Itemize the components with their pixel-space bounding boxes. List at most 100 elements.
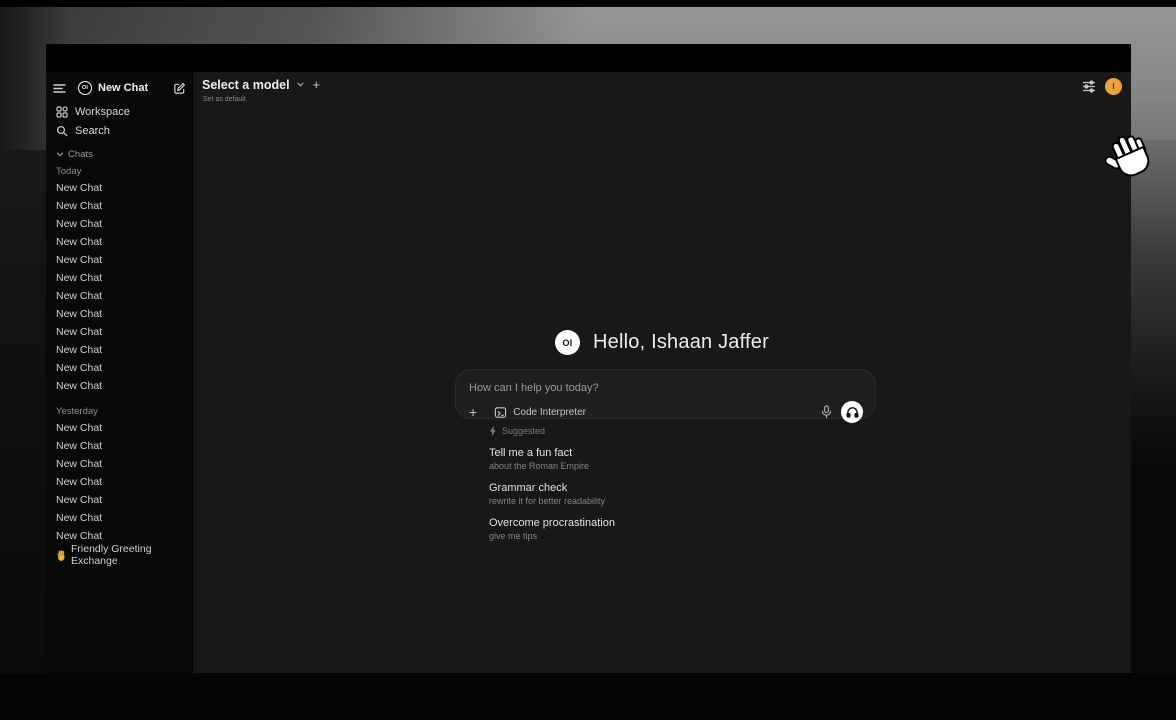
- chat-item-label: New Chat: [56, 290, 102, 302]
- suggested-list: Tell me a fun fact about the Roman Empir…: [489, 447, 615, 542]
- chat-list-item[interactable]: New Chat: [53, 287, 186, 305]
- chat-item-label: New Chat: [56, 440, 102, 452]
- chat-item-label: New Chat: [56, 512, 102, 524]
- chat-item-label: New Chat: [56, 254, 102, 266]
- chat-list-item[interactable]: New Chat: [53, 197, 186, 215]
- chats-section-header[interactable]: Chats: [53, 146, 186, 162]
- chat-item-label: New Chat: [56, 200, 102, 212]
- chevron-down-icon: [56, 150, 64, 158]
- window-top-strip: [46, 44, 1131, 72]
- chat-item-label: New Chat: [56, 218, 102, 230]
- chat-list-item[interactable]: New Chat: [53, 305, 186, 323]
- chat-item-label: New Chat: [56, 530, 102, 542]
- message-input[interactable]: [469, 382, 863, 394]
- app-logo-icon: OI: [78, 81, 92, 95]
- main-area: Select a model + Set as default I OI Hel…: [193, 72, 1131, 673]
- chat-item-label: New Chat: [56, 476, 102, 488]
- suggested-prompt[interactable]: Tell me a fun fact about the Roman Empir…: [489, 447, 615, 472]
- bolt-icon: [489, 426, 497, 436]
- microphone-icon[interactable]: [821, 405, 832, 419]
- controls-sliders-icon[interactable]: [1082, 80, 1096, 93]
- chat-item-label: New Chat: [56, 344, 102, 356]
- chat-list-item[interactable]: New Chat: [53, 509, 186, 527]
- chat-list-item[interactable]: New Chat: [53, 323, 186, 341]
- chat-item-label: New Chat: [56, 308, 102, 320]
- suggested-prompts: Suggested Tell me a fun fact about the R…: [489, 425, 615, 542]
- voice-call-button[interactable]: [841, 401, 863, 423]
- chat-item-label: New Chat: [56, 326, 102, 338]
- code-interpreter-label: Code Interpreter: [513, 407, 586, 418]
- user-avatar[interactable]: I: [1105, 78, 1122, 95]
- greeting-row: OI Hello, Ishaan Jaffer: [193, 330, 1131, 355]
- desktop-top-bar: [0, 0, 1176, 7]
- code-interpreter-icon: [494, 406, 507, 419]
- group-label-today: Today: [53, 164, 186, 179]
- chat-list-item[interactable]: New Chat: [53, 251, 186, 269]
- chat-item-label: New Chat: [56, 362, 102, 374]
- chat-list-item[interactable]: New Chat: [53, 269, 186, 287]
- sidebar-item-search[interactable]: Search: [53, 121, 186, 140]
- suggested-prompt-title: Overcome procrastination: [489, 517, 615, 530]
- suggested-prompt-subtitle: give me tips: [489, 531, 615, 542]
- suggested-prompt-title: Grammar check: [489, 482, 615, 495]
- sidebar: OI New Chat Workspace Searc: [46, 72, 193, 673]
- chat-list-item-named[interactable]: Friendly Greeting Exchange: [53, 546, 186, 564]
- search-label: Search: [75, 125, 110, 137]
- suggested-prompt[interactable]: Grammar check rewrite it for better read…: [489, 482, 615, 507]
- group-label-yesterday: Yesterday: [53, 404, 186, 419]
- greeting-logo-icon: OI: [555, 330, 580, 355]
- chat-list-item[interactable]: New Chat: [53, 215, 186, 233]
- open-webui-window: OI New Chat Workspace Searc: [46, 44, 1131, 673]
- sidebar-title: New Chat: [98, 82, 173, 94]
- suggested-prompt-subtitle: about the Roman Empire: [489, 461, 615, 472]
- desktop-background: OI New Chat Workspace Searc: [0, 0, 1176, 720]
- chat-list-item[interactable]: New Chat: [53, 359, 186, 377]
- chat-list-item[interactable]: New Chat: [53, 377, 186, 395]
- suggested-header: Suggested: [489, 425, 615, 437]
- model-chevron-down-icon: [296, 80, 305, 89]
- set-default-link[interactable]: Set as default: [203, 96, 246, 103]
- workspace-grid-icon: [56, 106, 68, 118]
- sidebar-item-workspace[interactable]: Workspace: [53, 102, 186, 121]
- attach-plus-button[interactable]: +: [469, 405, 477, 419]
- suggested-label: Suggested: [502, 426, 545, 436]
- workspace-label: Workspace: [75, 106, 130, 118]
- chat-list-yesterday: New Chat New Chat New Chat New Chat New Chat…: [53, 419, 186, 545]
- suggested-prompt[interactable]: Overcome procrastination give me tips: [489, 517, 615, 542]
- model-selector-label: Select a model: [202, 78, 290, 92]
- chat-list-item[interactable]: New Chat: [53, 491, 186, 509]
- chat-item-label: New Chat: [56, 236, 102, 248]
- chat-item-label: New Chat: [56, 458, 102, 470]
- desktop-wallpaper-bottom: [0, 673, 1176, 720]
- greeting-text: Hello, Ishaan Jaffer: [593, 331, 769, 354]
- chat-list-item[interactable]: New Chat: [53, 455, 186, 473]
- chat-item-label: New Chat: [56, 422, 102, 434]
- chat-list-today: New Chat New Chat New Chat New Chat New Chat…: [53, 179, 186, 395]
- desktop-wallpaper-right: [1130, 140, 1176, 470]
- chat-list-item[interactable]: New Chat: [53, 437, 186, 455]
- chat-list-item[interactable]: New Chat: [53, 341, 186, 359]
- search-icon: [56, 125, 68, 137]
- desktop-wallpaper-left: [0, 150, 46, 673]
- chat-list-item[interactable]: New Chat: [53, 473, 186, 491]
- chat-list-item[interactable]: New Chat: [53, 233, 186, 251]
- chat-item-label: New Chat: [56, 272, 102, 284]
- headphones-icon: [846, 406, 859, 418]
- chat-list-item[interactable]: New Chat: [53, 179, 186, 197]
- sidebar-toggle-icon[interactable]: [53, 83, 66, 94]
- chat-item-label: New Chat: [56, 380, 102, 392]
- message-composer[interactable]: + Code Interpreter: [455, 369, 876, 419]
- wave-emoji-icon: [56, 550, 67, 561]
- chat-item-label: New Chat: [56, 182, 102, 194]
- named-chat-label: Friendly Greeting Exchange: [71, 543, 186, 567]
- add-model-button[interactable]: +: [313, 77, 321, 92]
- suggested-prompt-subtitle: rewrite it for better readability: [489, 496, 615, 507]
- chat-list-item[interactable]: New Chat: [53, 419, 186, 437]
- suggested-prompt-title: Tell me a fun fact: [489, 447, 615, 460]
- code-interpreter-toggle[interactable]: Code Interpreter: [494, 406, 586, 419]
- sidebar-header: OI New Chat: [53, 78, 186, 98]
- chat-item-label: New Chat: [56, 494, 102, 506]
- new-chat-icon[interactable]: [173, 82, 186, 95]
- model-selector[interactable]: Select a model +: [202, 77, 320, 92]
- chats-section-label: Chats: [68, 149, 93, 160]
